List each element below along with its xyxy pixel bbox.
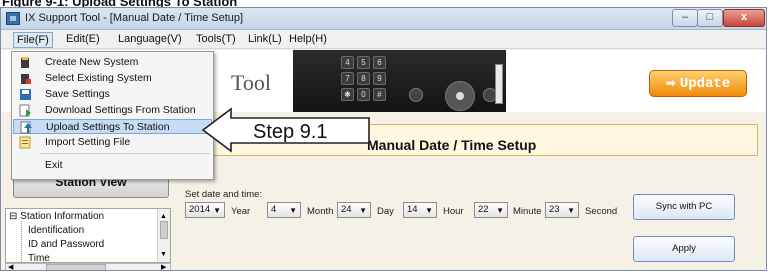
- month-select[interactable]: 4 ▼: [267, 202, 301, 218]
- tree-item-station-information[interactable]: ⊟ Station Information: [9, 211, 104, 222]
- keypad-key: #: [373, 88, 386, 101]
- menu-help[interactable]: Help(H): [286, 32, 330, 46]
- phone-round-button: [409, 88, 423, 102]
- menu-item-label: Create New System: [45, 56, 139, 68]
- keypad-key: 0: [357, 88, 370, 101]
- menu-tools[interactable]: Tools(T): [193, 32, 239, 46]
- tree-item-identification[interactable]: Identification: [28, 225, 84, 236]
- menu-link[interactable]: Link(L): [245, 32, 285, 46]
- year-value: 2014: [189, 204, 211, 215]
- tool-logo-text: Tool: [231, 70, 272, 95]
- apply-button[interactable]: Apply: [633, 236, 735, 262]
- menu-item-label: Import Setting File: [45, 136, 131, 148]
- window-title: IX Support Tool - [Manual Date / Time Se…: [25, 12, 244, 24]
- month-value: 4: [271, 204, 277, 215]
- update-button[interactable]: ➡ Update: [649, 70, 747, 97]
- tree-guide-line: [21, 221, 22, 262]
- minute-value: 22: [478, 204, 489, 215]
- menu-edit[interactable]: Edit(E): [63, 32, 103, 46]
- minimize-button[interactable]: –: [672, 9, 698, 27]
- tree-vertical-scrollbar[interactable]: ▲ ▼: [157, 209, 170, 262]
- scroll-thumb-horizontal[interactable]: [46, 264, 106, 270]
- keypad-key: 8: [357, 72, 370, 85]
- menu-item-import-setting-file[interactable]: Import Setting File: [13, 135, 212, 150]
- download-icon: [19, 104, 31, 117]
- tree-label: Station Information: [20, 211, 105, 222]
- menu-item-label: Download Settings From Station: [45, 104, 196, 116]
- set-date-label: Set date and time:: [185, 189, 263, 200]
- step-callout-text: Step 9.1: [253, 121, 328, 143]
- collapse-icon[interactable]: ⊟: [9, 211, 17, 222]
- dropdown-arrow-icon: ▼: [567, 206, 575, 215]
- keypad-key: ✱: [341, 88, 354, 101]
- existing-system-icon: [21, 74, 31, 84]
- menu-item-save-settings[interactable]: Save Settings: [13, 87, 212, 102]
- second-unit: Second: [585, 206, 618, 217]
- upload-icon: [20, 121, 32, 134]
- hour-select[interactable]: 14 ▼: [403, 202, 437, 218]
- page-title: Manual Date / Time Setup: [367, 137, 537, 153]
- menu-item-label: Save Settings: [45, 88, 110, 100]
- hour-unit: Hour: [443, 206, 464, 217]
- menu-item-exit[interactable]: Exit: [13, 158, 212, 173]
- minute-unit: Minute: [513, 206, 542, 217]
- file-menu-dropdown: Create New System Select Existing System…: [11, 51, 214, 180]
- close-button[interactable]: x: [723, 9, 765, 27]
- keypad-key: 9: [373, 72, 386, 85]
- menu-item-download-settings[interactable]: Download Settings From Station: [13, 103, 212, 118]
- menu-item-label: Exit: [45, 159, 63, 171]
- phone-slot: [495, 64, 503, 104]
- second-select[interactable]: 23 ▼: [545, 202, 579, 218]
- app-window: IX Support Tool - [Manual Date / Time Se…: [0, 7, 767, 271]
- scroll-up-icon[interactable]: ▲: [160, 213, 167, 220]
- menu-item-label: Select Existing System: [45, 72, 152, 84]
- phone-dpad-icon: [445, 81, 475, 111]
- month-unit: Month: [307, 206, 334, 217]
- hour-value: 14: [407, 204, 418, 215]
- scroll-thumb[interactable]: [160, 221, 168, 239]
- import-file-icon: [19, 136, 31, 149]
- scroll-right-icon[interactable]: ▶: [161, 263, 166, 270]
- keypad-key: 5: [357, 56, 370, 69]
- menu-item-label: Upload Settings To Station: [46, 121, 170, 133]
- day-unit: Day: [377, 206, 394, 217]
- keypad-key: 4: [341, 56, 354, 69]
- menu-item-upload-settings[interactable]: Upload Settings To Station: [13, 119, 212, 134]
- new-system-icon: [21, 57, 29, 68]
- dropdown-arrow-icon: ▼: [289, 206, 297, 215]
- update-label: Update: [679, 76, 731, 92]
- station-panel-image: [293, 50, 506, 112]
- menu-item-create-new-system[interactable]: Create New System: [13, 55, 212, 70]
- tree-item-time[interactable]: Time: [28, 253, 50, 262]
- minute-select[interactable]: 22 ▼: [474, 202, 508, 218]
- keypad-key: 7: [341, 72, 354, 85]
- tree-horizontal-scrollbar[interactable]: ◀ ▶: [5, 263, 171, 270]
- update-arrow-icon: ➡: [665, 76, 676, 90]
- dropdown-arrow-icon: ▼: [496, 206, 504, 215]
- sync-with-pc-button[interactable]: Sync with PC: [633, 194, 735, 220]
- day-value: 24: [341, 204, 352, 215]
- title-bar: IX Support Tool - [Manual Date / Time Se…: [1, 8, 766, 30]
- station-tree[interactable]: ⊟ Station Information Identification ID …: [5, 208, 171, 263]
- menu-item-select-existing-system[interactable]: Select Existing System: [13, 71, 212, 86]
- scroll-left-icon[interactable]: ◀: [8, 263, 13, 270]
- maximize-button[interactable]: □: [697, 9, 723, 27]
- page-root: { "caption": "Figure 9-1: Upload Setting…: [0, 0, 768, 272]
- keypad-key: 6: [373, 56, 386, 69]
- day-select[interactable]: 24 ▼: [337, 202, 371, 218]
- menu-language[interactable]: Language(V): [115, 32, 185, 46]
- save-icon: [20, 89, 31, 100]
- app-icon: [6, 12, 20, 25]
- year-select[interactable]: 2014 ▼: [185, 202, 225, 218]
- menu-separator: [40, 153, 210, 154]
- scroll-down-icon[interactable]: ▼: [160, 251, 167, 258]
- second-value: 23: [549, 204, 560, 215]
- dropdown-arrow-icon: ▼: [213, 206, 221, 215]
- year-unit: Year: [231, 206, 251, 217]
- tree-item-id-password[interactable]: ID and Password: [28, 239, 104, 250]
- menu-bar: File(F) Edit(E) Language(V) Tools(T) Lin…: [1, 30, 766, 49]
- dropdown-arrow-icon: ▼: [359, 206, 367, 215]
- dropdown-arrow-icon: ▼: [425, 206, 433, 215]
- menu-file[interactable]: File(F): [13, 32, 53, 48]
